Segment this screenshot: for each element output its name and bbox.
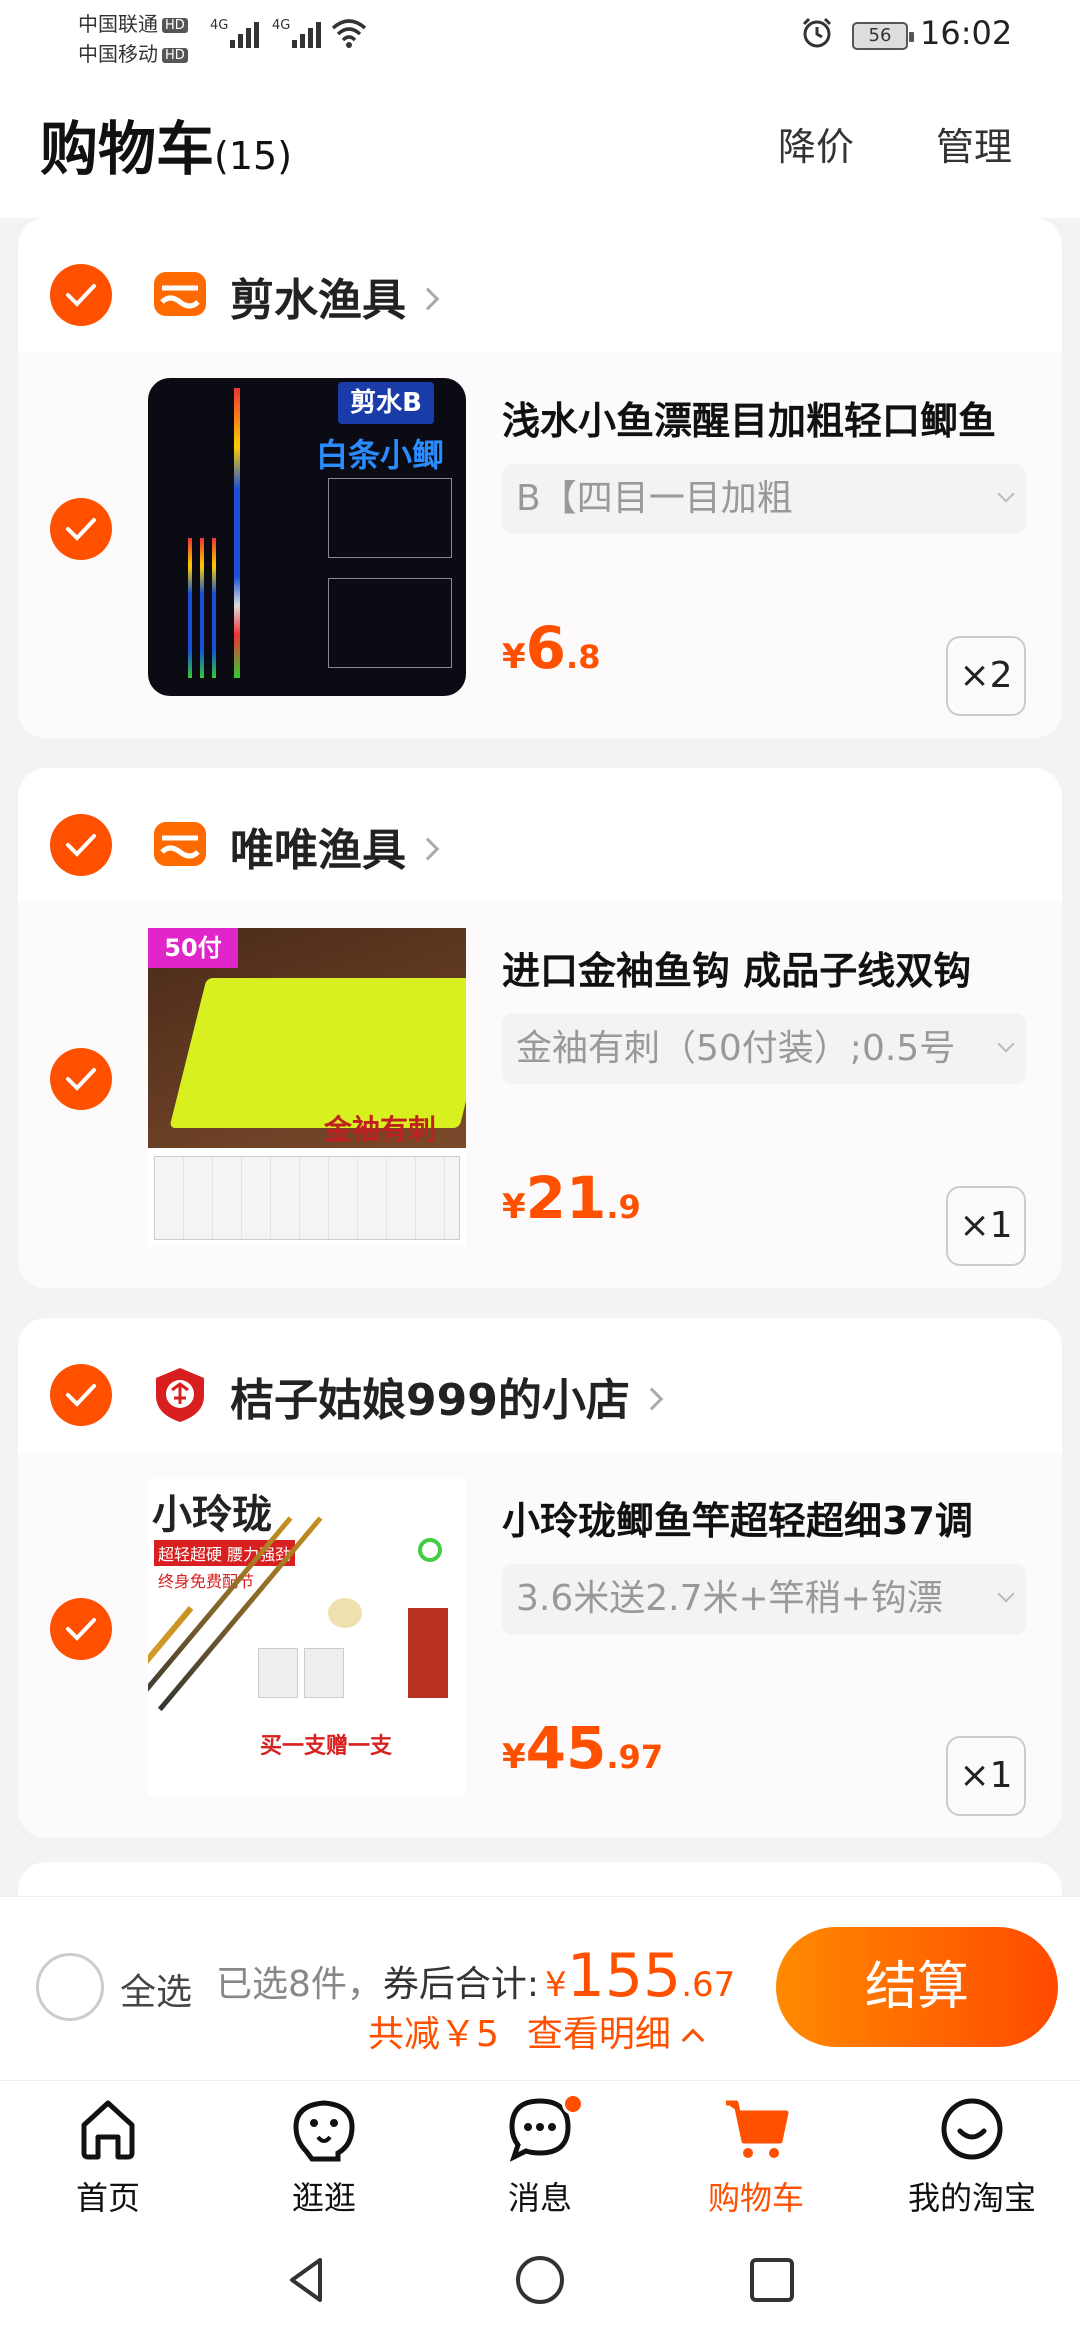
shop-checkbox[interactable]: [50, 814, 112, 876]
shop-header[interactable]: 剪水渔具: [18, 218, 1062, 352]
tab-cart[interactable]: 购物车: [648, 2081, 864, 2221]
item-title[interactable]: 小玲珑鲫鱼竿超轻超细37调: [502, 1490, 1042, 1545]
carrier-1: 中国联通 HD: [78, 8, 188, 37]
system-nav-bar: [0, 2220, 1080, 2340]
thumb-label: 小玲珑: [152, 1491, 272, 1538]
chevron-up-icon: [681, 2028, 705, 2052]
discount-details-link[interactable]: 共减￥5 查看明细: [368, 2005, 705, 2057]
shop-header[interactable]: 唯唯渔具: [18, 768, 1062, 902]
select-all-checkbox[interactable]: [36, 1953, 104, 2021]
thumb-label: 白条小鲫: [316, 436, 445, 474]
shop-card: 剪水渔具 剪水B 白条小鲫 浅水小鱼漂醒目加粗轻口鲫鱼 B【四目一目加粗 ¥6.…: [18, 218, 1062, 738]
chevron-right-icon: [416, 287, 440, 311]
tab-my-taobao[interactable]: 我的淘宝: [864, 2081, 1080, 2221]
enterprise-badge-icon: [156, 1368, 204, 1422]
shop-card: 桔子姑娘999的小店 小玲珑 超轻超硬 腰力强劲 终身免费配节 买一支赠一支 小…: [18, 1318, 1062, 1838]
tab-label: 购物车: [707, 2179, 804, 2217]
item-title[interactable]: 浅水小鱼漂醒目加粗轻口鲫鱼: [502, 390, 1042, 445]
shop-name[interactable]: 桔子姑娘999的小店: [230, 1364, 664, 1428]
checkout-button[interactable]: 结算: [776, 1927, 1058, 2047]
item-price: ¥21.9: [502, 1164, 641, 1232]
bottom-tab-bar: 首页 逛逛 消息 购物车 我的淘宝: [0, 2080, 1080, 2220]
thumb-label: 剪水B: [338, 382, 434, 424]
cart-item[interactable]: 小玲珑 超轻超硬 腰力强劲 终身免费配节 买一支赠一支 小玲珑鲫鱼竿超轻超细37…: [18, 1452, 1062, 1838]
manage-button[interactable]: 管理: [936, 116, 1012, 171]
battery-indicator: 56: [852, 22, 914, 50]
product-image[interactable]: 50付 金袖有刺: [148, 928, 466, 1246]
signal-icon: [230, 20, 259, 48]
cart-count: (15): [214, 134, 293, 178]
thumb-label: 超轻超硬 腰力强劲: [154, 1540, 296, 1566]
shop-card: 唯唯渔具 50付 金袖有刺 进口金袖鱼钩 成品子线双钩 金袖有刺（50付装）;0…: [18, 768, 1062, 1288]
cart-item[interactable]: 剪水B 白条小鲫 浅水小鱼漂醒目加粗轻口鲫鱼 B【四目一目加粗 ¥6.8 ×2: [18, 352, 1062, 738]
store-icon: [154, 822, 206, 866]
page-title: 购物车(15): [40, 115, 293, 183]
signal-icon: [292, 20, 321, 48]
profile-icon: [941, 2098, 1003, 2160]
quantity-button[interactable]: ×1: [946, 1186, 1026, 1266]
tab-label: 消息: [507, 2179, 572, 2217]
home-nav-icon[interactable]: [512, 2252, 568, 2308]
product-image[interactable]: 小玲珑 超轻超硬 腰力强劲 终身免费配节 买一支赠一支: [148, 1478, 466, 1796]
shop-name[interactable]: 剪水渔具: [230, 264, 440, 328]
cart-header: 购物车(15) 降价 管理: [0, 72, 1080, 218]
cart-item[interactable]: 50付 金袖有刺 进口金袖鱼钩 成品子线双钩 金袖有刺（50付装）;0.5号 ¥…: [18, 902, 1062, 1288]
quantity-button[interactable]: ×1: [946, 1736, 1026, 1816]
item-price: ¥6.8: [502, 614, 601, 682]
chevron-down-icon: [997, 1035, 1015, 1053]
tab-messages[interactable]: 消息: [432, 2081, 648, 2221]
tab-label: 我的淘宝: [907, 2179, 1036, 2217]
wifi-icon: [331, 19, 367, 48]
thumb-label: 金袖有刺: [324, 1113, 437, 1146]
shop-checkbox[interactable]: [50, 264, 112, 326]
checkout-bar: 全选 已选8件，券后合计: ¥155.67 共减￥5 查看明细 结算: [0, 1896, 1080, 2080]
quantity-button[interactable]: ×2: [946, 636, 1026, 716]
price-drop-button[interactable]: 降价: [778, 116, 854, 171]
tab-home[interactable]: 首页: [0, 2081, 216, 2221]
notification-dot: [562, 2093, 584, 2115]
browse-icon: [293, 2100, 355, 2162]
shop-name[interactable]: 唯唯渔具: [230, 814, 440, 878]
item-title[interactable]: 进口金袖鱼钩 成品子线双钩: [502, 940, 1042, 995]
home-icon: [81, 2100, 135, 2160]
recents-icon[interactable]: [744, 2252, 800, 2308]
select-all-label[interactable]: 全选: [120, 1963, 192, 2015]
network-type-2: 4G: [272, 18, 291, 33]
store-icon: [154, 272, 206, 316]
item-checkbox[interactable]: [50, 498, 112, 560]
sku-selector[interactable]: 3.6米送2.7米+竿稍+钩漂: [502, 1564, 1026, 1634]
chevron-right-icon: [640, 1387, 664, 1411]
item-price: ¥45.97: [502, 1714, 664, 1782]
item-checkbox[interactable]: [50, 1598, 112, 1660]
back-icon[interactable]: [280, 2252, 336, 2308]
chevron-down-icon: [997, 1585, 1015, 1603]
tab-browse[interactable]: 逛逛: [216, 2081, 432, 2221]
product-image[interactable]: 剪水B 白条小鲫: [148, 378, 466, 696]
chevron-down-icon: [997, 485, 1015, 503]
tab-label: 逛逛: [291, 2179, 356, 2217]
carrier-2: 中国移动 HD: [78, 38, 188, 67]
total-summary: 已选8件，券后合计: ¥155.67: [216, 1941, 736, 2011]
network-type-1: 4G: [210, 18, 229, 33]
chevron-right-icon: [416, 837, 440, 861]
shop-header[interactable]: 桔子姑娘999的小店: [18, 1318, 1062, 1452]
status-bar: 中国联通 HD 中国移动 HD 4G 4G 56 16:02: [0, 0, 1080, 72]
tab-label: 首页: [75, 2179, 140, 2217]
cart-icon: [726, 2100, 789, 2158]
shop-checkbox[interactable]: [50, 1364, 112, 1426]
sku-selector[interactable]: 金袖有刺（50付装）;0.5号: [502, 1014, 1026, 1084]
thumb-label: 50付: [148, 928, 238, 968]
item-checkbox[interactable]: [50, 1048, 112, 1110]
alarm-icon: [802, 17, 832, 48]
clock: 16:02: [920, 14, 1013, 52]
sku-selector[interactable]: B【四目一目加粗: [502, 464, 1026, 534]
thumb-label: 买一支赠一支: [260, 1734, 393, 1759]
